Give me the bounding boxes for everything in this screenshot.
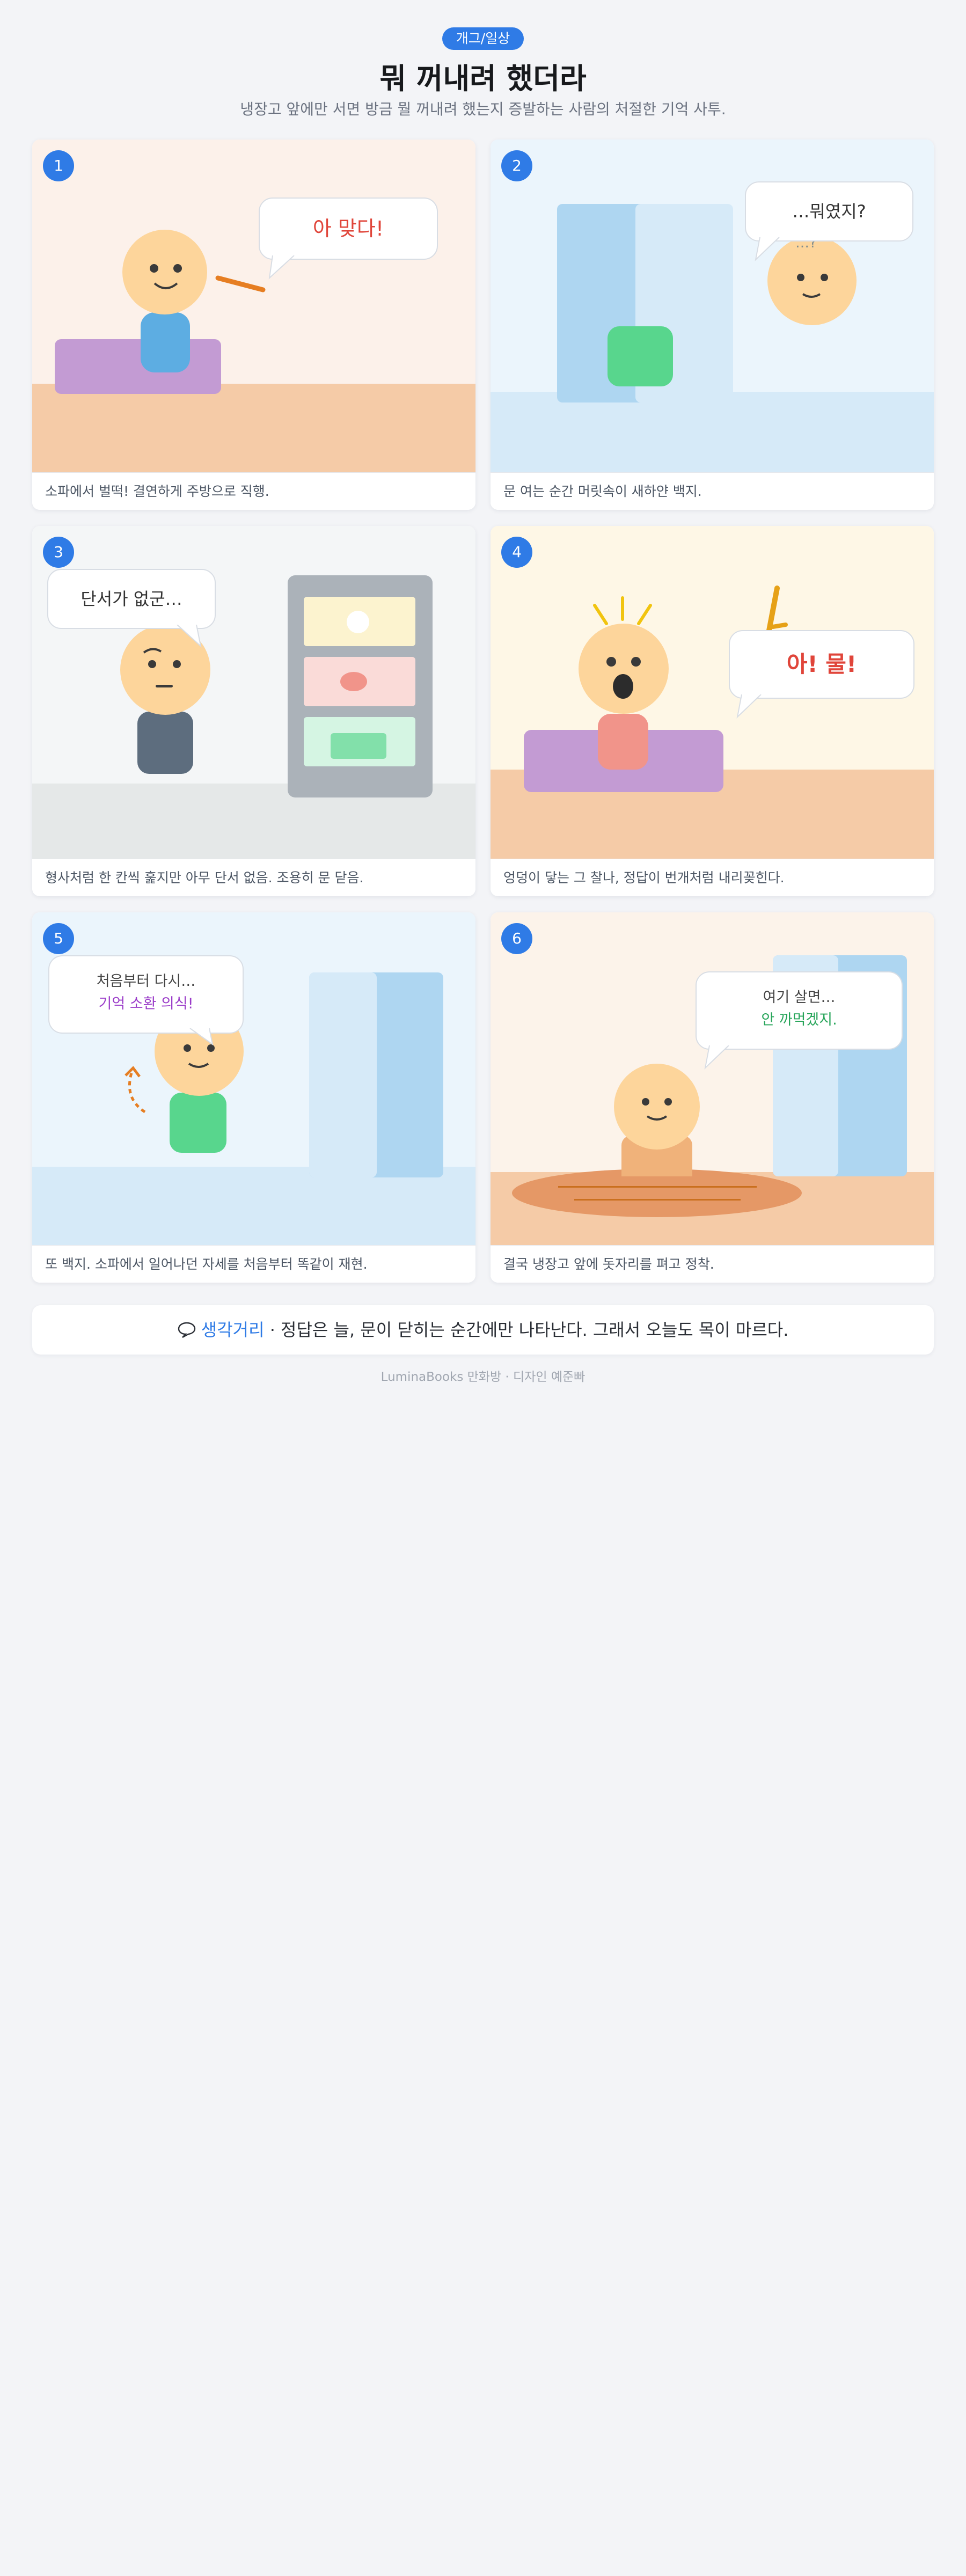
speech-bubble: 아! 물! bbox=[729, 630, 914, 699]
smile bbox=[153, 282, 178, 289]
shelf-item bbox=[347, 611, 369, 633]
panel-number: 1 bbox=[43, 150, 74, 181]
comic-panel-4: 아! 물! 4 엉덩이 닿는 그 찰나, 정답이 번개처럼 내리꽂힌다. bbox=[491, 526, 934, 896]
open-mouth bbox=[613, 674, 633, 699]
thought-box: 생각거리 · 정답은 늘, 문이 닫히는 순간에만 나타난다. 그래서 오늘도 … bbox=[32, 1305, 934, 1355]
eye bbox=[173, 660, 181, 668]
panel-6-scene: 여기 살면… 안 까먹겠지. bbox=[491, 912, 934, 1245]
footer-credit: LuminaBooks 만화방 · 디자인 예준빠 bbox=[380, 1370, 586, 1384]
character-body bbox=[598, 714, 648, 770]
panel-caption: 엉덩이 닿는 그 찰나, 정답이 번개처럼 내리꽂힌다. bbox=[491, 859, 934, 896]
bubble-tail bbox=[189, 1028, 214, 1046]
rewind-arrow-icon bbox=[125, 1066, 146, 1114]
comic-panel-6: 여기 살면… 안 까먹겠지. 6 결국 냉장고 앞에 돗자리를 펴고 정착. bbox=[491, 912, 934, 1283]
eye bbox=[606, 657, 616, 667]
panel-caption: 소파에서 벌떡! 결연하게 주방으로 직행. bbox=[32, 472, 475, 510]
bubble-line-2: 안 까먹겠지. bbox=[761, 1012, 837, 1028]
bubble-tail bbox=[736, 694, 762, 719]
character-body bbox=[141, 312, 190, 372]
panel-caption: 결국 냉장고 앞에 돗자리를 펴고 정착. bbox=[491, 1245, 934, 1283]
panel-number: 6 bbox=[501, 923, 532, 954]
speech-bubble: 단서가 없군… bbox=[47, 569, 216, 629]
eye bbox=[664, 1098, 672, 1106]
panel-5-scene: 처음부터 다시… 기억 소환 의식! bbox=[32, 912, 475, 1245]
panel-4-scene: 아! 물! bbox=[491, 526, 934, 859]
shelf-item bbox=[340, 672, 367, 691]
eye bbox=[150, 264, 158, 273]
speech-bubble: 여기 살면… 안 까먹겠지. bbox=[696, 971, 903, 1050]
panel-caption: 또 백지. 소파에서 일어나던 자세를 처음부터 똑같이 재현. bbox=[32, 1245, 475, 1283]
comic-panel-5: 처음부터 다시… 기억 소환 의식! 5 또 백지. 소파에서 일어나던 자세를… bbox=[32, 912, 475, 1283]
panel-number: 2 bbox=[501, 150, 532, 181]
character-face bbox=[614, 1064, 700, 1150]
panel-2-scene: …? …뭐였지? bbox=[491, 140, 934, 472]
floor bbox=[32, 384, 475, 472]
panel-number: 3 bbox=[43, 537, 74, 568]
eye bbox=[821, 274, 828, 281]
eye bbox=[148, 660, 156, 668]
panel-number: 5 bbox=[43, 923, 74, 954]
bubble-line-1: 처음부터 다시… bbox=[96, 973, 196, 990]
smile bbox=[646, 1115, 668, 1121]
comic-panel-3: 단서가 없군… 3 형사처럼 한 칸씩 훑지만 아무 단서 없음. 조용히 문 … bbox=[32, 526, 475, 896]
floor bbox=[491, 392, 934, 472]
bubble-line-2: 기억 소환 의식! bbox=[98, 996, 194, 1012]
mat-stripe bbox=[574, 1199, 741, 1201]
character-body bbox=[170, 1093, 226, 1153]
sofa bbox=[55, 339, 221, 394]
speech-bubble: …뭐였지? bbox=[745, 181, 913, 241]
shelf-item bbox=[331, 733, 386, 759]
bubble-tail bbox=[268, 255, 295, 280]
eye bbox=[797, 274, 804, 281]
panel-3-scene: 단서가 없군… bbox=[32, 526, 475, 859]
eye bbox=[631, 657, 641, 667]
thought-text: 정답은 늘, 문이 닫히는 순간에만 나타난다. 그래서 오늘도 목이 마르다. bbox=[281, 1320, 789, 1340]
speech-bubble: 아 맞다! bbox=[259, 197, 438, 260]
thought-bubble-icon bbox=[178, 1320, 201, 1340]
panel-caption: 문 여는 순간 머릿속이 새하얀 백지. bbox=[491, 472, 934, 510]
fridge-door bbox=[309, 972, 377, 1177]
bubble-tail bbox=[177, 625, 202, 648]
bubble-tail bbox=[704, 1045, 729, 1070]
pointing-arm bbox=[215, 275, 266, 292]
character-body bbox=[137, 712, 193, 774]
speech-bubble: 처음부터 다시… 기억 소환 의식! bbox=[48, 955, 244, 1034]
thought-separator: · bbox=[269, 1320, 275, 1340]
comic-panel-2: …? …뭐였지? 2 문 여는 순간 머릿속이 새하얀 백지. bbox=[491, 140, 934, 510]
thought-label: 생각거리 bbox=[201, 1320, 265, 1340]
floor bbox=[32, 1167, 475, 1245]
panel-number: 4 bbox=[501, 537, 532, 568]
flat-mouth bbox=[802, 293, 821, 298]
page-title: 뭐 꺼내려 했더라 bbox=[379, 62, 587, 96]
eye bbox=[642, 1098, 649, 1106]
raised-brow bbox=[143, 648, 162, 654]
mat-stripe bbox=[558, 1186, 757, 1188]
bubble-line-1: 여기 살면… bbox=[763, 989, 836, 1006]
character-body bbox=[608, 326, 673, 386]
panel-1-scene: 아 맞다! bbox=[32, 140, 475, 472]
eye bbox=[173, 264, 182, 273]
comic-panel-1: 아 맞다! 1 소파에서 벌떡! 결연하게 주방으로 직행. bbox=[32, 140, 475, 510]
character-face bbox=[579, 624, 669, 714]
smile bbox=[188, 1063, 209, 1068]
panel-caption: 형사처럼 한 칸씩 훑지만 아무 단서 없음. 조용히 문 닫음. bbox=[32, 859, 475, 896]
category-badge: 개그/일상 bbox=[442, 27, 524, 50]
page-subtitle: 냉장고 앞에만 서면 방금 뭘 꺼내려 했는지 증발하는 사람의 처절한 기억 … bbox=[240, 100, 726, 118]
flat-mouth bbox=[156, 685, 173, 687]
character-face bbox=[122, 230, 207, 314]
bubble-tail bbox=[755, 237, 780, 261]
